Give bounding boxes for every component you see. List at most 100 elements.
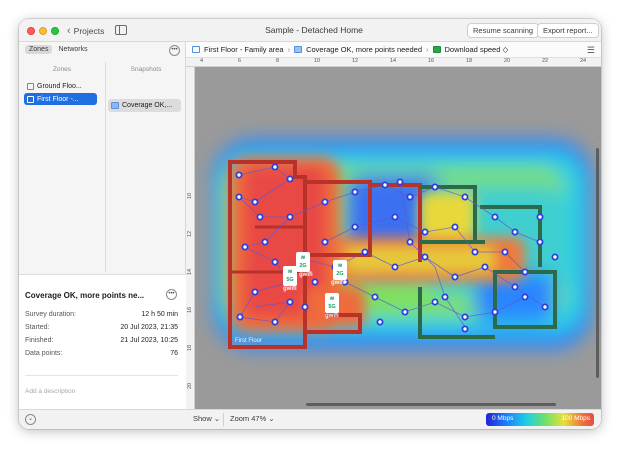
horizontal-scrollbar[interactable]	[306, 403, 556, 406]
access-point-marker[interactable]: ≋ 5G	[283, 266, 297, 286]
snapshot-details: Coverage OK, more points ne... ••• Surve…	[19, 274, 186, 409]
ruler-tick-label: 16	[428, 58, 435, 64]
zone-item-ground-floor[interactable]: Ground Floo...	[24, 80, 97, 92]
title-bar: ‹ Projects Sample - Detached Home Resume…	[19, 19, 601, 42]
detail-key: Survey duration:	[25, 311, 76, 318]
resume-scanning-button[interactable]: Resume scanning	[467, 23, 540, 38]
download-speed-icon	[432, 46, 441, 53]
access-point-marker[interactable]: ≋ 5G	[325, 293, 339, 313]
ruler-tick-label: 18	[187, 344, 193, 351]
tab-networks[interactable]: Networks	[54, 45, 91, 54]
ap-name-label: gwifi	[299, 272, 313, 278]
ruler-tick-label: 20	[187, 382, 193, 389]
divider	[223, 413, 224, 426]
snapshot-icon	[294, 46, 303, 53]
chevron-right-icon: ›	[426, 45, 429, 54]
detail-value: 12 h 50 min	[141, 311, 178, 318]
detail-row-data-points: Data points: 76	[25, 350, 178, 357]
sidebar: Zones Networks ••• Zones Snapshots Groun…	[19, 42, 186, 409]
detail-value: 21 Jul 2023, 10:25	[120, 337, 178, 344]
metric-selector[interactable]: Download speed ◇	[445, 45, 509, 54]
ruler-tick-label: 18	[466, 58, 473, 64]
floor-heatmap[interactable]: First Floor	[195, 67, 601, 409]
bottom-bar: ⌄ Show ⌄ Zoom 47% ⌄ 0 Mbps 100 Mbps	[19, 409, 601, 429]
legend-min-label: 0 Mbps	[492, 415, 514, 422]
sidebar-options-icon[interactable]: ⌄	[25, 414, 36, 425]
ap-band: 2G	[299, 263, 307, 269]
detail-value: 76	[170, 350, 178, 357]
vertical-scrollbar[interactable]	[596, 148, 599, 378]
ruler-tick-label: 14	[390, 58, 397, 64]
ap-name-label: gwifi	[331, 280, 345, 286]
show-menu-button[interactable]: Show ⌄	[193, 414, 220, 423]
window-title: Sample - Detached Home	[265, 25, 363, 35]
access-point-marker[interactable]: ≋ 2G	[296, 252, 310, 272]
zoom-window-button[interactable]	[51, 27, 59, 35]
detail-value: 20 Jul 2023, 21:35	[120, 324, 178, 331]
floor-plan-icon	[27, 95, 34, 103]
snapshot-item-coverage[interactable]: Coverage OK,...	[108, 99, 181, 112]
floor-label: First Floor	[235, 338, 262, 344]
sidebar-more-icon[interactable]: •••	[169, 45, 180, 56]
zoom-menu-button[interactable]: Zoom 47% ⌄	[230, 414, 275, 423]
ruler-tick-label: 22	[542, 58, 549, 64]
floor-plan-icon	[27, 82, 34, 90]
ap-band: 5G	[328, 304, 336, 310]
zone-label: First Floor -...	[37, 95, 79, 103]
wifi-icon: ≋	[337, 263, 343, 269]
details-title: Coverage OK, more points ne...	[25, 291, 145, 300]
ruler-tick-label: 14	[187, 268, 193, 275]
export-report-button[interactable]: Export report...	[537, 23, 599, 38]
snapshot-icon	[111, 102, 119, 109]
snapshots-header: Snapshots	[130, 66, 162, 73]
back-label: Projects	[73, 25, 105, 36]
horizontal-ruler: 4 6 8 10 12 14 16 18 20 22 24	[186, 58, 601, 67]
detail-row-duration: Survey duration: 12 h 50 min	[25, 311, 178, 318]
details-more-icon[interactable]: •••	[166, 289, 177, 300]
ap-name-label: gwifi	[325, 313, 339, 319]
ruler-tick-label: 8	[276, 58, 280, 64]
breadcrumb-zone[interactable]: First Floor - Family area	[204, 45, 284, 54]
wifi-icon: ≋	[300, 255, 306, 261]
zone-item-first-floor[interactable]: First Floor -...	[24, 93, 97, 105]
ruler-tick-label: 10	[187, 192, 193, 199]
tab-zones[interactable]: Zones	[25, 45, 53, 54]
ap-name-label: gwifi	[283, 286, 297, 292]
column-divider	[105, 62, 106, 272]
breadcrumb: First Floor - Family area › Coverage OK,…	[186, 42, 601, 58]
ruler-tick-label: 24	[580, 58, 587, 64]
floor-plan-icon	[192, 46, 200, 53]
ruler-tick-label: 12	[187, 230, 193, 237]
ruler-tick-label: 10	[314, 58, 321, 64]
detail-key: Data points:	[25, 350, 63, 357]
chevron-left-icon: ‹	[67, 24, 71, 37]
ruler-tick-label: 16	[187, 306, 193, 313]
wifi-icon: ≋	[287, 269, 293, 275]
ruler-tick-label: 6	[238, 58, 242, 64]
detail-key: Finished:	[25, 337, 54, 344]
ruler-tick-label: 20	[504, 58, 511, 64]
detail-key: Started:	[25, 324, 50, 331]
heatmap-canvas[interactable]: 4 6 8 10 12 14 16 18 20 22 24 10 12 14 16 18 20 22	[186, 58, 601, 409]
breadcrumb-snapshot[interactable]: Coverage OK, more points needed	[306, 45, 422, 54]
divider	[25, 375, 178, 376]
legend-max-label: 100 Mbps	[561, 415, 590, 422]
speed-legend: 0 Mbps 100 Mbps	[486, 413, 594, 426]
detail-row-finished: Finished: 21 Jul 2023, 10:25	[25, 337, 178, 344]
sidebar-tabs: Zones Networks	[25, 45, 92, 54]
sidebar-toggle-icon[interactable]	[115, 25, 127, 35]
filter-sliders-icon[interactable]: ☰	[587, 45, 595, 56]
ap-band: 2G	[336, 271, 344, 277]
close-window-button[interactable]	[27, 27, 35, 35]
ruler-tick-label: 4	[200, 58, 204, 64]
ap-band: 5G	[286, 277, 294, 283]
back-to-projects-button[interactable]: ‹ Projects	[67, 23, 104, 38]
zones-header: Zones	[52, 66, 72, 73]
ruler-tick-label: 12	[352, 58, 359, 64]
minimize-window-button[interactable]	[39, 27, 47, 35]
chevron-right-icon: ›	[287, 45, 291, 54]
access-point-marker[interactable]: ≋ 2G	[333, 260, 347, 280]
vertical-ruler: 10121416182022	[186, 67, 195, 409]
description-field[interactable]: Add a description	[25, 388, 75, 395]
snapshot-label: Coverage OK,...	[122, 102, 173, 109]
